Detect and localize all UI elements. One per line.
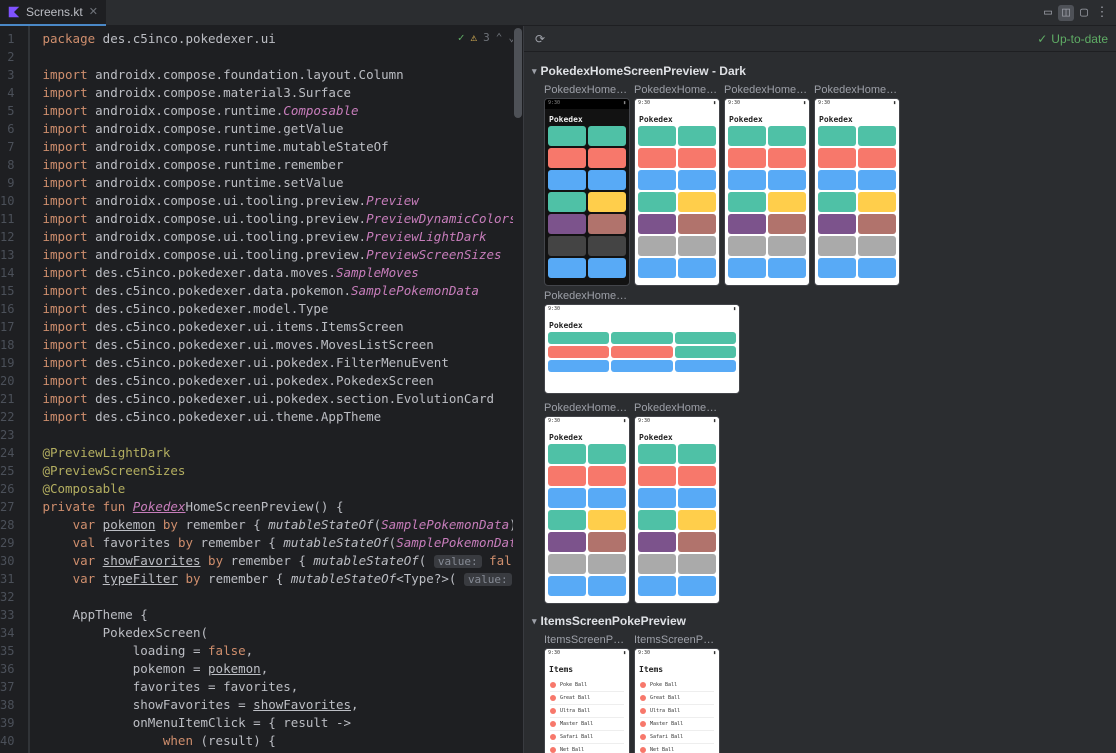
preview-thumbnail[interactable]: 9:30▮ Pokedex [634,98,720,286]
preview-pane: ⟳ ✓ Up-to-date ▾ PokedexHomeScreenPrevie… [524,26,1116,753]
preview-status: ✓ Up-to-date [1037,32,1108,46]
code-area[interactable]: package des.c5inco.pokedexer.uiimport an… [28,26,523,753]
preview-thumbnail[interactable]: 9:30▮ Pokedex [814,98,900,286]
preview-item[interactable]: PokedexHomeScreenP... 9:30▮ Pokedex [544,402,630,604]
editor-pane: ✓ ⚠ 3 ⌃ ⌄ 123456789101112131415161718192… [0,26,523,753]
preview-item[interactable]: PokedexHomeScreenP... 9:30▮ Pokedex [544,84,630,286]
view-split-icon[interactable]: ◫ [1058,5,1074,21]
preview-label: PokedexHomeScreenP... [544,402,630,414]
preview-item[interactable]: ItemsScreenPokePrevi... 9:30▮ Items Poke… [544,634,630,753]
preview-content[interactable]: ▾ PokedexHomeScreenPreview - Dark Pokede… [524,52,1116,753]
preview-item[interactable]: PokedexHomeScreenP... 9:30▮ Pokedex [724,84,810,286]
preview-label: PokedexHomeScreenP... [724,84,810,96]
check-icon: ✓ [1037,32,1047,46]
file-tab[interactable]: Screens.kt ✕ [0,0,106,26]
preview-label: ItemsScreenPokePrevi... [634,634,720,646]
preview-thumbnail[interactable]: 9:30▮ Items Poke BallGreat BallUltra Bal… [544,648,630,753]
preview-label: PokedexHomeScreenPreview - Phone - Lands… [544,290,630,302]
preview-thumbnail[interactable]: 9:30▮ Pokedex [544,416,630,604]
more-icon[interactable]: ⋮ [1094,5,1110,21]
preview-label: PokedexHomeScreenP... [544,84,630,96]
chevron-down-icon: ▾ [532,616,537,627]
line-gutter: 1234567891011121314151617181920212223242… [0,26,28,753]
preview-group-header[interactable]: ▾ ItemsScreenPokePreview [532,610,1108,632]
kotlin-file-icon [8,6,20,18]
view-design-icon[interactable]: ▢ [1076,5,1092,21]
preview-thumbnail[interactable]: 9:30▮ Pokedex [634,416,720,604]
chevron-down-icon: ▾ [532,66,537,77]
tab-bar: Screens.kt ✕ ▭ ◫ ▢ ⋮ [0,0,1116,26]
close-icon[interactable]: ✕ [89,5,98,18]
preview-label: ItemsScreenPokePrevi... [544,634,630,646]
vertical-scrollbar[interactable] [513,26,523,753]
refresh-icon[interactable]: ⟳ [532,31,548,47]
preview-thumbnail[interactable]: 9:30▮ Pokedex [724,98,810,286]
preview-item[interactable]: PokedexHomeScreenP... 9:30▮ Pokedex [634,84,720,286]
preview-item[interactable]: PokedexHomeScreenP... 9:30▮ Pokedex [814,84,900,286]
preview-label: PokedexHomeScreenP... [634,84,720,96]
preview-thumbnail[interactable]: 9:30▮ Pokedex [544,304,740,394]
preview-thumbnail[interactable]: 9:30▮ Pokedex [544,98,630,286]
tab-filename: Screens.kt [26,5,83,19]
preview-item[interactable]: PokedexHomeScreenP... 9:30▮ Pokedex [634,402,720,604]
preview-item[interactable]: PokedexHomeScreenPreview - Phone - Lands… [544,290,740,394]
preview-toolbar: ⟳ ✓ Up-to-date [524,26,1116,52]
preview-label: PokedexHomeScreenP... [634,402,720,414]
preview-group-header[interactable]: ▾ PokedexHomeScreenPreview - Dark [532,60,1108,82]
view-code-icon[interactable]: ▭ [1040,5,1056,21]
preview-label: PokedexHomeScreenP... [814,84,900,96]
preview-thumbnail[interactable]: 9:30▮ Items Poke BallGreat BallUltra Bal… [634,648,720,753]
preview-item[interactable]: ItemsScreenPokePrevi... 9:30▮ Items Poke… [634,634,720,753]
